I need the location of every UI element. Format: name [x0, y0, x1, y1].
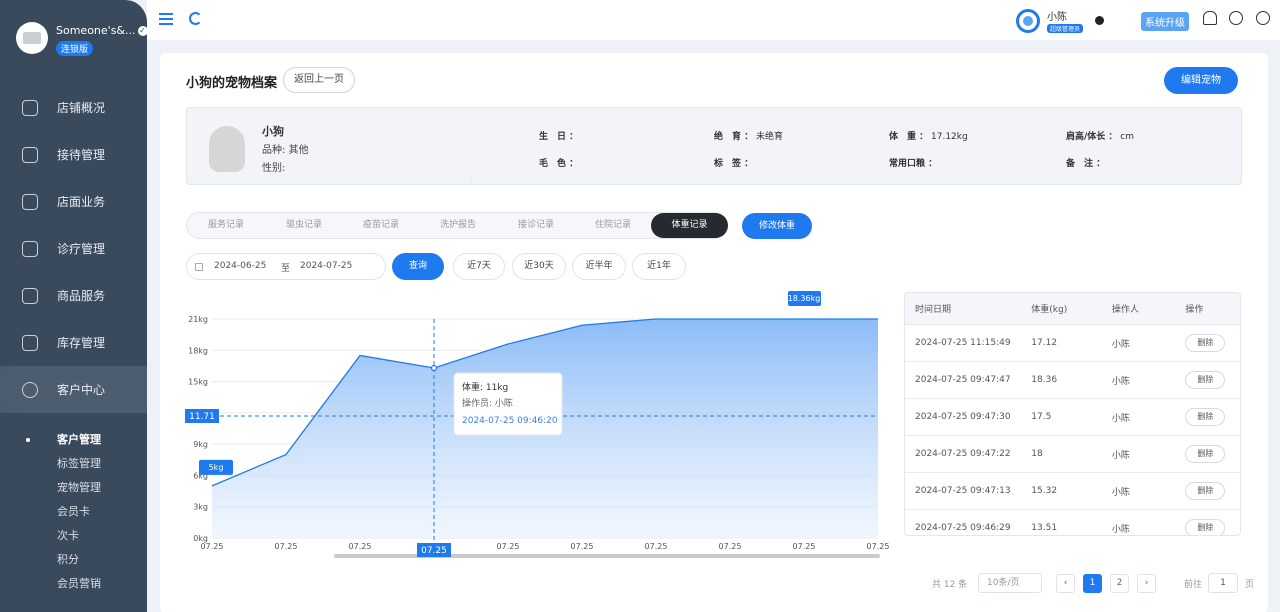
user-menu[interactable]: 小陈 超级管理员: [1016, 8, 1105, 33]
delete-button[interactable]: 删除: [1185, 445, 1226, 463]
submenu-member-marketing[interactable]: 会员营销: [0, 572, 147, 596]
x-tick-label: 07.25: [497, 542, 520, 551]
bell-icon[interactable]: [1203, 11, 1217, 25]
y-tick-label: 21kg: [188, 315, 208, 324]
brand-badge: 连锁版: [56, 41, 94, 56]
y-tick-label: 15kg: [188, 378, 208, 387]
menu-toggle-icon[interactable]: [159, 13, 173, 25]
table-row: 2024-07-25 09:47:22 18 小陈 删除: [905, 436, 1240, 473]
x-tick-label: 07.25: [201, 542, 224, 551]
delete-button[interactable]: 删除: [1185, 519, 1226, 535]
bag-icon: [22, 287, 38, 304]
table-row: 2024-07-25 09:46:29 13.51 小陈 删除: [905, 510, 1240, 535]
medical-kit-icon: [22, 240, 38, 257]
menu-item-goods-service[interactable]: 商品服务: [0, 272, 147, 319]
crosshair-x-label: 07.25: [421, 546, 447, 556]
delete-button[interactable]: 删除: [1185, 408, 1226, 426]
x-tick-label: 07.25: [349, 542, 372, 551]
tooltip-time: 2024-07-25 09:46:20: [462, 416, 558, 426]
prev-page-button[interactable]: ‹: [1056, 574, 1075, 593]
table-row: 2024-07-25 09:47:30 17.5 小陈 删除: [905, 399, 1240, 436]
brand[interactable]: Someone's&... ✓ 连锁版: [16, 22, 147, 56]
brand-name: Someone's&...: [56, 24, 136, 37]
menu-item-customer-center[interactable]: 客户中心: [0, 366, 147, 413]
goto-label: 前往: [1184, 580, 1203, 590]
customer-submenu: 客户管理 标签管理 宠物管理 会员卡 次卡 积分 会员营销: [0, 428, 147, 596]
goto-page-input[interactable]: 1: [1208, 573, 1238, 593]
delete-button[interactable]: 删除: [1185, 334, 1226, 352]
clipboard-icon: [22, 146, 38, 163]
user-name: 小陈: [1047, 12, 1067, 23]
menu-item-store-business[interactable]: 店面业务: [0, 178, 147, 225]
monitor-icon: [22, 99, 38, 116]
next-page-button[interactable]: ›: [1137, 574, 1156, 593]
home-icon: [22, 193, 38, 210]
info-weight: 体 重 ： 17.12kg: [889, 132, 968, 142]
menu-item-reception[interactable]: 接待管理: [0, 131, 147, 178]
menu-item-treatment[interactable]: 诊疗管理: [0, 225, 147, 272]
upgrade-button[interactable]: 系统升级: [1141, 12, 1189, 31]
user-icon: [22, 381, 38, 398]
submenu-pet-manage[interactable]: 宠物管理: [0, 476, 147, 500]
x-tick-label: 07.25: [275, 542, 298, 551]
table-header: 时间日期 体重(kg) 操作人 操作: [905, 293, 1240, 325]
info-remark: 备 注 ：: [1066, 159, 1106, 169]
tooltip-weight: 体重: 11kg: [462, 381, 508, 393]
avatar: [1016, 8, 1040, 33]
submenu-tag-manage[interactable]: 标签管理: [0, 452, 147, 476]
delete-button[interactable]: 删除: [1185, 371, 1226, 389]
chart-scrollbar: [334, 554, 880, 558]
sidebar: Someone's&... ✓ 连锁版 店铺概况 接待管理 店面业务 诊疗管理 商…: [0, 0, 147, 612]
y-tick-label: 18kg: [188, 346, 208, 355]
page-size-select[interactable]: 10条/页: [978, 573, 1042, 593]
table-row: 2024-07-25 09:47:47 18.36 小陈 删除: [905, 362, 1240, 399]
crosshair-y-label: 11.71: [189, 412, 215, 422]
verified-icon: ✓: [137, 26, 147, 36]
y-tick-label: 9kg: [193, 440, 208, 449]
submenu-times-card[interactable]: 次卡: [0, 524, 147, 548]
chevron-down-icon[interactable]: [1095, 16, 1105, 25]
menu-item-inventory[interactable]: 库存管理: [0, 319, 147, 366]
x-tick-label: 07.25: [793, 542, 816, 551]
submenu-customer-manage[interactable]: 客户管理: [0, 428, 147, 452]
hover-point: [430, 364, 438, 372]
menu-item-store-overview[interactable]: 店铺概况: [0, 84, 147, 131]
sidebar-menu: 店铺概况 接待管理 店面业务 诊疗管理 商品服务 库存管理 客户中心: [0, 84, 147, 413]
max-label: 18.36kg: [788, 294, 821, 303]
tooltip-operator: 操作员: 小陈: [462, 397, 513, 409]
x-tick-label: 07.25: [867, 542, 890, 551]
headset-icon[interactable]: [1229, 11, 1243, 25]
table-row: 2024-07-25 09:47:13 15.32 小陈 删除: [905, 473, 1240, 510]
y-tick-label: 3kg: [193, 503, 208, 512]
brand-logo: [16, 22, 48, 54]
x-tick-label: 07.25: [645, 542, 668, 551]
min-label: 5kg: [209, 463, 224, 472]
pet-profile-card: 小狗的宠物档案 返回上一页 编辑宠物 小狗 品种: 其他 性别: 生 日 ： 绝…: [160, 53, 1268, 612]
x-tick-label: 07.25: [719, 542, 742, 551]
page-button-1[interactable]: 1: [1083, 574, 1102, 593]
user-role-badge: 超级管理员: [1047, 24, 1084, 33]
weight-record-table: 时间日期 体重(kg) 操作人 操作 2024-07-25 11:15:49 17…: [904, 292, 1241, 536]
goto-unit: 页: [1245, 580, 1255, 590]
submenu-points[interactable]: 积分: [0, 548, 147, 572]
x-tick-label: 07.25: [571, 542, 594, 551]
edit-pet-button[interactable]: 编辑宠物: [1164, 67, 1238, 94]
box-icon: [22, 334, 38, 351]
weight-chart: 0kg3kg6kg9kg12kg15kg18kg21kg07.2507.2507…: [185, 291, 890, 558]
refresh-icon[interactable]: [189, 12, 202, 25]
help-icon[interactable]: [1256, 11, 1270, 25]
submenu-member-card[interactable]: 会员卡: [0, 500, 147, 524]
delete-button[interactable]: 删除: [1185, 482, 1226, 500]
page-button-2[interactable]: 2: [1110, 574, 1129, 593]
topbar: 小陈 超级管理员 系统升级: [147, 0, 1280, 40]
table-row: 2024-07-25 11:15:49 17.12 小陈 删除: [905, 325, 1240, 362]
info-height: 肩高/体长 ： cm: [1066, 132, 1135, 142]
total-count: 共 12 条: [932, 580, 968, 590]
